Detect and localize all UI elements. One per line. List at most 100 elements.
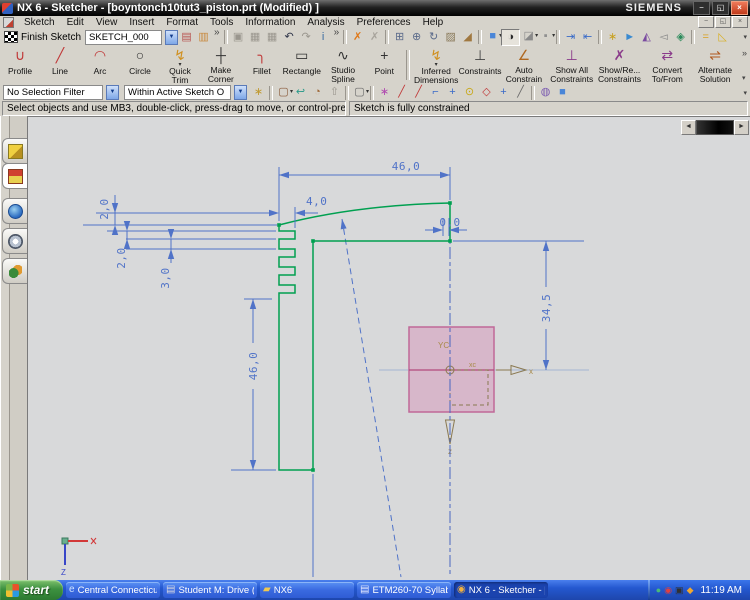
deselect-icon[interactable]: ↩: [292, 85, 309, 100]
selection-priority-icon[interactable]: ∗: [250, 85, 267, 100]
render-style-icon[interactable]: ◑: [501, 29, 520, 46]
rotate-view-icon[interactable]: ↻: [425, 30, 442, 45]
object-display-icon[interactable]: ◈: [672, 30, 689, 45]
snap-solid-icon[interactable]: ■: [554, 85, 571, 100]
dim-crown-edge[interactable]: 4,0: [306, 195, 327, 208]
alternate-solution-button[interactable]: ⇌Alternate Solution: [691, 46, 739, 84]
task-nx6-folder[interactable]: ▰NX6: [260, 582, 354, 598]
tray-antispy-icon[interactable]: ●: [656, 581, 661, 599]
background-icon[interactable]: ▪▾: [537, 29, 554, 44]
restore-icon[interactable]: ◱: [712, 1, 729, 15]
snap-quadrant-icon[interactable]: ◇: [478, 85, 495, 100]
paste-icon[interactable]: ▦: [264, 30, 281, 45]
save-icon[interactable]: ▣: [230, 30, 247, 45]
menu-item[interactable]: Insert: [123, 17, 160, 28]
undo-icon[interactable]: ↶: [281, 30, 298, 45]
selection-scope-select[interactable]: Within Active Sketch O: [124, 85, 231, 100]
task-syllabus-doc[interactable]: ▤ETM260-70 Syllabus -...: [357, 582, 451, 598]
mdi-close-icon[interactable]: ×: [732, 16, 748, 28]
snap-point-icon[interactable]: ∗: [376, 85, 393, 100]
dim-skirt-height[interactable]: 46,0: [247, 352, 260, 381]
dimensions[interactable]: 46,0 4,0 0,0: [83, 160, 584, 470]
roles-tab[interactable]: [2, 258, 27, 284]
show-all-constraints-button[interactable]: ⊥Show All Constraints: [548, 46, 596, 84]
profile-button[interactable]: ∪Profile: [0, 46, 40, 84]
selection-filter-select[interactable]: No Selection Filter: [3, 85, 103, 100]
snap-point-on-face-icon[interactable]: ◍: [537, 85, 554, 100]
info-icon[interactable]: i: [315, 30, 332, 45]
sketch-preferences-icon[interactable]: ∗: [604, 30, 621, 45]
toolbar-overflow-icon[interactable]: »: [214, 28, 220, 38]
dim-groove-height[interactable]: 2,0: [115, 247, 128, 268]
selection-filter-dropdown-icon[interactable]: ▼: [106, 85, 119, 100]
measure-angle-icon[interactable]: ◺: [714, 30, 731, 45]
promote-icon[interactable]: ⇧: [326, 85, 343, 100]
start-button[interactable]: start: [0, 580, 63, 600]
redo-icon[interactable]: ↷: [298, 30, 315, 45]
suppress-icon[interactable]: ✗: [366, 30, 383, 45]
fillet-button[interactable]: ╮Fillet: [242, 46, 282, 84]
dim-top-width[interactable]: 46,0: [392, 160, 421, 173]
finish-sketch-button[interactable]: Finish Sketch: [21, 32, 81, 43]
copy-icon[interactable]: ▦: [247, 30, 264, 45]
toolbar-more-icon[interactable]: ▾: [743, 89, 747, 97]
orient-view-front-icon[interactable]: ⇥: [562, 30, 579, 45]
toolbar-overflow-icon[interactable]: »: [742, 48, 747, 58]
scroll-left-icon[interactable]: ◄: [681, 120, 696, 135]
auto-constrain-button[interactable]: ∠Auto Constrain: [500, 46, 548, 84]
lasso-icon[interactable]: ▢▾: [351, 85, 368, 100]
snap-intersection-icon[interactable]: +: [444, 85, 461, 100]
display-object-icon[interactable]: ►: [621, 30, 638, 45]
measure-distance-icon[interactable]: =: [697, 30, 714, 45]
snap-existing-point-icon[interactable]: +: [495, 85, 512, 100]
toolbar-more-icon[interactable]: ▾: [743, 33, 747, 41]
menu-item[interactable]: Format: [160, 17, 204, 28]
face-edges-icon[interactable]: ◪▾: [520, 29, 537, 44]
perspective-icon[interactable]: ◢: [459, 30, 476, 45]
rectangle-button[interactable]: ▭Rectangle: [282, 46, 322, 84]
quick-trim-button[interactable]: ↯▾Quick Trim: [160, 46, 200, 84]
menu-item[interactable]: View: [90, 17, 124, 28]
toolbar-overflow-icon[interactable]: »: [334, 28, 340, 38]
selection-scope-dropdown-icon[interactable]: ▼: [234, 85, 247, 100]
assembly-navigator-tab[interactable]: [2, 138, 27, 164]
dim-pin-center[interactable]: 34,5: [540, 294, 553, 323]
mdi-minimize-icon[interactable]: −: [698, 16, 714, 28]
snap-point-on-curve-icon[interactable]: ╱: [512, 85, 529, 100]
cursor-select-icon[interactable]: ◅: [655, 30, 672, 45]
menu-item[interactable]: Tools: [204, 17, 239, 28]
arc-button[interactable]: ◠Arc: [80, 46, 120, 84]
close-icon[interactable]: ×: [731, 1, 748, 15]
pan-icon[interactable]: ▨: [442, 30, 459, 45]
delete-icon[interactable]: ✗: [349, 30, 366, 45]
clock[interactable]: 11:19 AM: [700, 585, 742, 596]
task-nx-sketcher[interactable]: ◉NX 6 - Sketcher - [bo...: [454, 582, 548, 598]
select-all-icon[interactable]: ◔: [309, 85, 326, 100]
zoom-in-icon[interactable]: ⊕: [408, 30, 425, 45]
snap-arc-center-icon[interactable]: ⊙: [461, 85, 478, 100]
reattach-sketch-icon[interactable]: ▥: [195, 30, 212, 45]
make-corner-button[interactable]: ┼Make Corner: [200, 46, 242, 84]
show-remove-constraints-button[interactable]: ✗Show/Re... Constraints: [596, 46, 644, 84]
general-selection-icon[interactable]: ▢▾: [275, 85, 292, 100]
constraints-button[interactable]: ⊥Constraints: [460, 46, 500, 84]
convert-tofrom-button[interactable]: ⇄Convert To/From: [643, 46, 691, 84]
minimize-icon[interactable]: −: [693, 1, 710, 15]
menu-item[interactable]: Preferences: [351, 17, 417, 28]
orient-view-trimetric-icon[interactable]: ⇤: [579, 30, 596, 45]
menu-item[interactable]: Help: [417, 17, 450, 28]
inferred-dimensions-button[interactable]: ↯▾Inferred Dimensions: [412, 46, 460, 84]
history-tab[interactable]: [2, 228, 27, 254]
sketch-name-dropdown-icon[interactable]: ▼: [165, 30, 178, 45]
scroll-right-icon[interactable]: ►: [734, 120, 749, 135]
mini-scrollbar[interactable]: ◄ ►: [681, 120, 749, 133]
snap-endpoint-icon[interactable]: ╱: [393, 85, 410, 100]
tray-update-icon[interactable]: ◆: [687, 581, 694, 599]
tray-antivirus-icon[interactable]: ◉: [664, 581, 672, 599]
tray-app-icon[interactable]: ▣: [675, 581, 684, 599]
point-button[interactable]: +Point: [364, 46, 404, 84]
toolbar-more-icon[interactable]: ▾: [742, 74, 747, 82]
mdi-restore-icon[interactable]: ◱: [715, 16, 731, 28]
open-sketch-icon[interactable]: ▤: [178, 30, 195, 45]
scrollbar-track[interactable]: [696, 120, 734, 135]
